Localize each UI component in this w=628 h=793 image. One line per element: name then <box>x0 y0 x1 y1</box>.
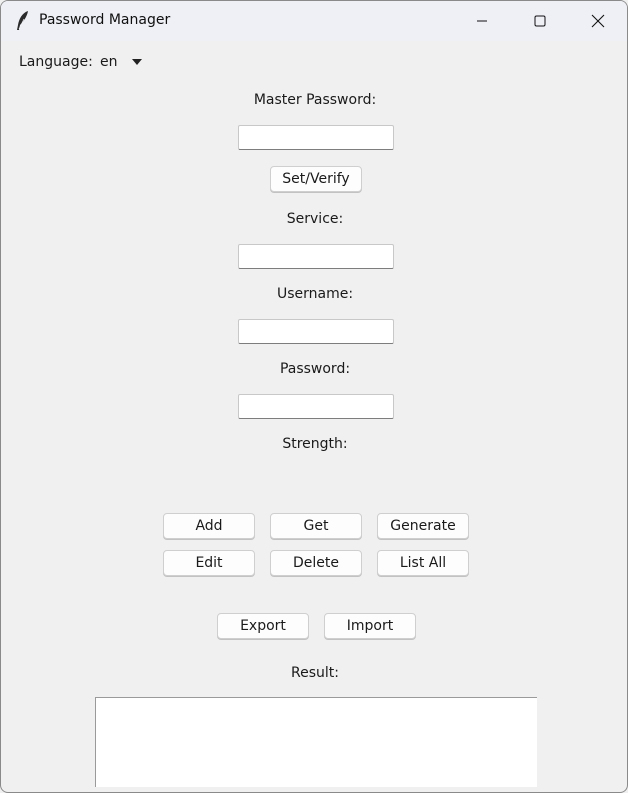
service-input[interactable] <box>238 244 394 269</box>
export-button[interactable]: Export <box>217 613 309 639</box>
generate-button[interactable]: Generate <box>377 513 469 539</box>
delete-button[interactable]: Delete <box>270 550 362 576</box>
strength-label: Strength: <box>282 436 348 452</box>
chevron-down-icon <box>132 59 142 65</box>
password-input[interactable] <box>238 394 394 419</box>
language-dropdown[interactable]: en <box>99 51 151 73</box>
close-icon <box>591 14 605 28</box>
close-button[interactable] <box>569 1 627 41</box>
minimize-icon <box>477 20 487 22</box>
minimize-button[interactable] <box>453 1 511 41</box>
language-value: en <box>100 54 118 70</box>
list-all-button[interactable]: List All <box>377 550 469 576</box>
master-password-input[interactable] <box>238 125 394 150</box>
edit-button[interactable]: Edit <box>163 550 255 576</box>
get-button[interactable]: Get <box>270 513 362 539</box>
import-button[interactable]: Import <box>324 613 416 639</box>
set-verify-button[interactable]: Set/Verify <box>270 166 362 192</box>
window-title: Password Manager <box>39 12 171 28</box>
add-button[interactable]: Add <box>163 513 255 539</box>
title-bar[interactable]: Password Manager <box>1 1 627 41</box>
language-label: Language: <box>19 54 93 70</box>
maximize-button[interactable] <box>511 1 569 41</box>
master-password-label: Master Password: <box>253 92 377 108</box>
username-label: Username: <box>276 286 354 302</box>
result-textarea[interactable] <box>95 697 537 787</box>
result-label: Result: <box>291 665 339 681</box>
service-label: Service: <box>286 211 344 227</box>
feather-icon <box>14 10 32 32</box>
username-input[interactable] <box>238 319 394 344</box>
maximize-icon <box>534 15 546 27</box>
password-label: Password: <box>279 361 351 377</box>
app-window: Password Manager Language: en Master Pas… <box>0 0 628 793</box>
